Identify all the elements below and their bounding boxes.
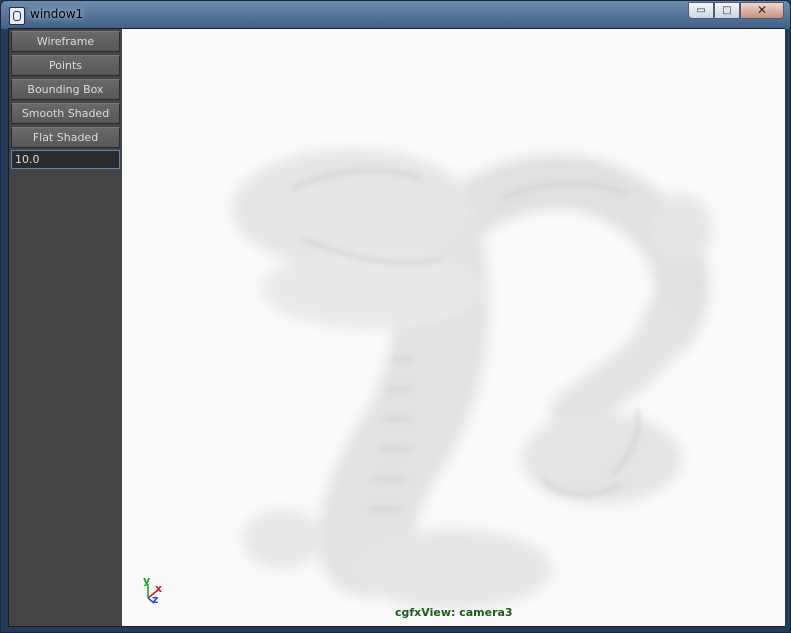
y-axis-label: y (143, 574, 151, 587)
sidebar: Wireframe Points Bounding Box Smooth Sha… (9, 29, 122, 626)
smooth-shaded-button[interactable]: Smooth Shaded (11, 103, 120, 124)
window-controls: ▭ □ ✕ (688, 2, 784, 19)
value-field[interactable]: 10.0 (11, 150, 120, 169)
wireframe-button[interactable]: Wireframe (11, 31, 120, 52)
points-button[interactable]: Points (11, 55, 120, 76)
3d-viewport[interactable]: y x z cgfxView: camera3 (122, 29, 785, 626)
window-title: window1 (30, 7, 84, 21)
app-icon[interactable] (9, 7, 25, 25)
close-button[interactable]: ✕ (740, 2, 784, 19)
flat-shaded-button[interactable]: Flat Shaded (11, 127, 120, 148)
axis-indicator: y x z (142, 574, 172, 606)
title-bar[interactable]: window1 ▭ □ ✕ (1, 1, 790, 28)
minimize-button[interactable]: ▭ (688, 2, 714, 19)
camera-label: cgfxView: camera3 (395, 606, 513, 619)
z-axis-label: z (152, 593, 159, 606)
bounding-box-button[interactable]: Bounding Box (11, 79, 120, 100)
client-area: Wireframe Points Bounding Box Smooth Sha… (8, 28, 785, 627)
dragon-model (232, 149, 712, 609)
maximize-button[interactable]: □ (714, 2, 740, 19)
app-window: window1 ▭ □ ✕ Wireframe Points Bounding … (0, 0, 791, 633)
